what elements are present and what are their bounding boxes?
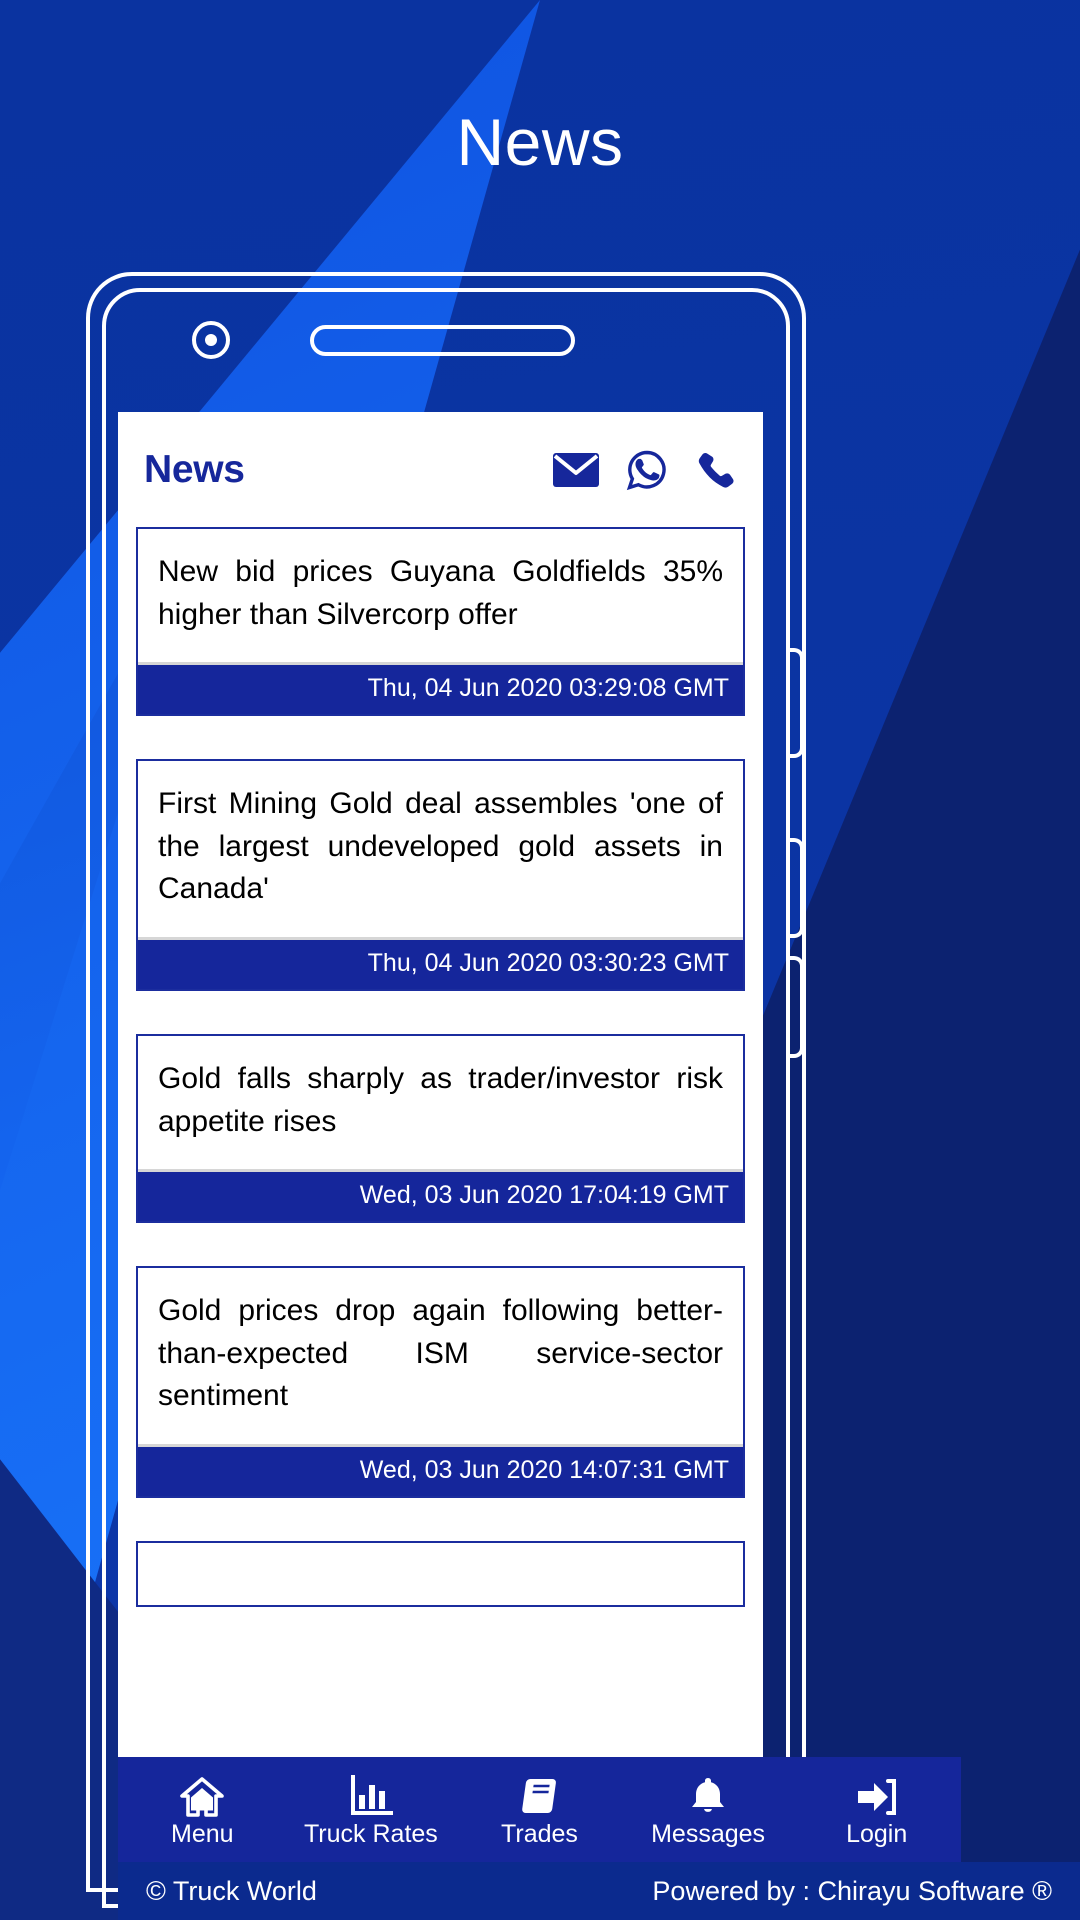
news-card[interactable]: Gold prices drop again following better-…	[136, 1266, 745, 1498]
news-date: Thu, 04 Jun 2020 03:29:08 GMT	[138, 665, 743, 715]
news-date: Wed, 03 Jun 2020 17:04:19 GMT	[138, 1172, 743, 1222]
bar-chart-icon	[349, 1773, 393, 1817]
camera-icon	[192, 321, 230, 359]
app-title: News	[144, 447, 245, 491]
nav-item-menu[interactable]: Menu	[118, 1757, 287, 1862]
whatsapp-icon[interactable]	[626, 449, 668, 491]
news-card[interactable]	[136, 1540, 745, 1607]
news-card[interactable]: First Mining Gold deal assembles 'one of…	[136, 759, 745, 991]
nav-item-messages[interactable]: Messages	[624, 1757, 793, 1862]
news-date: Wed, 03 Jun 2020 14:07:31 GMT	[138, 1446, 743, 1496]
email-icon[interactable]	[553, 452, 599, 487]
phone-volume-up-button	[790, 838, 804, 938]
news-card[interactable]: Gold falls sharply as trader/investor ri…	[136, 1033, 745, 1224]
news-headline	[138, 1543, 743, 1605]
news-headline: Gold prices drop again following better-…	[138, 1268, 743, 1447]
news-headline: New bid prices Guyana Goldfields 35% hig…	[138, 529, 743, 666]
phone-volume-down-button	[790, 956, 804, 1058]
nav-item-truck-rates[interactable]: Truck Rates	[287, 1757, 456, 1862]
book-icon	[518, 1773, 560, 1817]
phone-icon[interactable]	[695, 450, 735, 490]
bell-icon	[688, 1773, 728, 1817]
news-headline: Gold falls sharply as trader/investor ri…	[138, 1036, 743, 1173]
sign-in-icon	[855, 1773, 899, 1817]
footer-powered-by: Powered by : Chirayu Software ®	[652, 1875, 1052, 1906]
nav-label: Messages	[651, 1819, 766, 1848]
news-list: New bid prices Guyana Goldfields 35% hig…	[118, 527, 763, 1607]
nav-label: Menu	[171, 1819, 234, 1848]
news-card[interactable]: New bid prices Guyana Goldfields 35% hig…	[136, 527, 745, 717]
news-date: Thu, 04 Jun 2020 03:30:23 GMT	[138, 939, 743, 989]
app-screen: News New bid prices Guyana Goldfields 35…	[118, 412, 763, 1920]
footer: © Truck World Powered by : Chirayu Softw…	[118, 1862, 1080, 1920]
news-headline: First Mining Gold deal assembles 'one of…	[138, 761, 743, 940]
nav-label: Trades	[501, 1819, 578, 1848]
page-title: News	[456, 105, 624, 179]
nav-label: Truck Rates	[303, 1819, 438, 1848]
home-icon	[180, 1773, 225, 1817]
speaker-grille-icon	[310, 325, 575, 356]
nav-label: Login	[846, 1819, 908, 1848]
bottom-navigation: Menu Truck Rates Trades Messages Login	[118, 1757, 961, 1862]
footer-copyright: © Truck World	[146, 1875, 317, 1906]
phone-power-button	[790, 648, 804, 758]
nav-item-login[interactable]: Login	[792, 1757, 961, 1862]
nav-item-trades[interactable]: Trades	[455, 1757, 624, 1862]
app-header: News	[118, 412, 763, 527]
header-actions	[553, 449, 735, 491]
